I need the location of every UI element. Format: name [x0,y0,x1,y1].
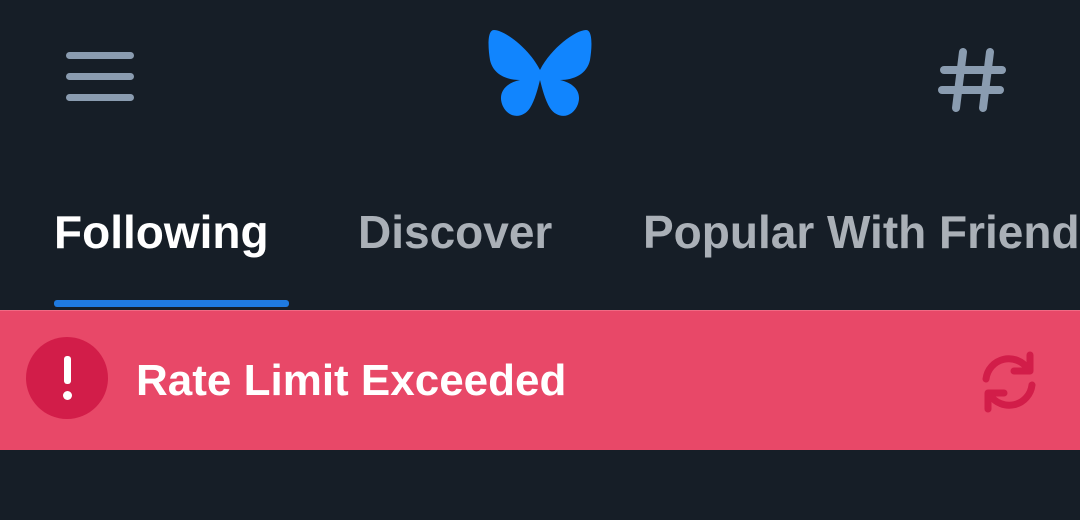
hashtag-icon[interactable] [930,40,1014,120]
error-banner: Rate Limit Exceeded [0,310,1080,450]
top-header [0,0,1080,150]
exclamation-mark-dot [63,391,72,400]
menu-bar [66,51,134,59]
exclamation-mark-line [64,356,71,384]
refresh-icon[interactable] [976,349,1042,415]
error-message: Rate Limit Exceeded [136,356,567,405]
feed-tabs: Following Discover Popular With Friends [0,180,1080,310]
tab-discover[interactable]: Discover [358,202,552,262]
tab-popular-with-friends[interactable]: Popular With Friends [643,202,1080,262]
menu-bar [66,72,134,80]
exclamation-circle-icon [26,337,108,419]
active-tab-indicator [54,300,289,307]
butterfly-logo-icon [488,30,592,116]
menu-button[interactable] [52,38,148,114]
app-screen: Following Discover Popular With Friends … [0,0,1080,520]
tab-following[interactable]: Following [54,202,269,262]
menu-bar [66,93,134,101]
